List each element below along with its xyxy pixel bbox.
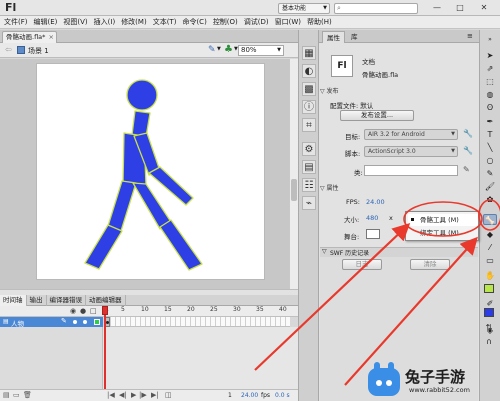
watermark: 兔子手游 www.rabbit52.com (360, 358, 500, 401)
rabbit-logo (368, 362, 400, 396)
watermark-text: 兔子手游 (405, 368, 466, 386)
highlight-circle (403, 201, 483, 237)
tool-highlight-circle (478, 199, 500, 231)
watermark-url: www.rabbit52.com (409, 386, 470, 394)
annotation-overlay (254, 199, 500, 386)
annotation-arrow (254, 222, 411, 371)
